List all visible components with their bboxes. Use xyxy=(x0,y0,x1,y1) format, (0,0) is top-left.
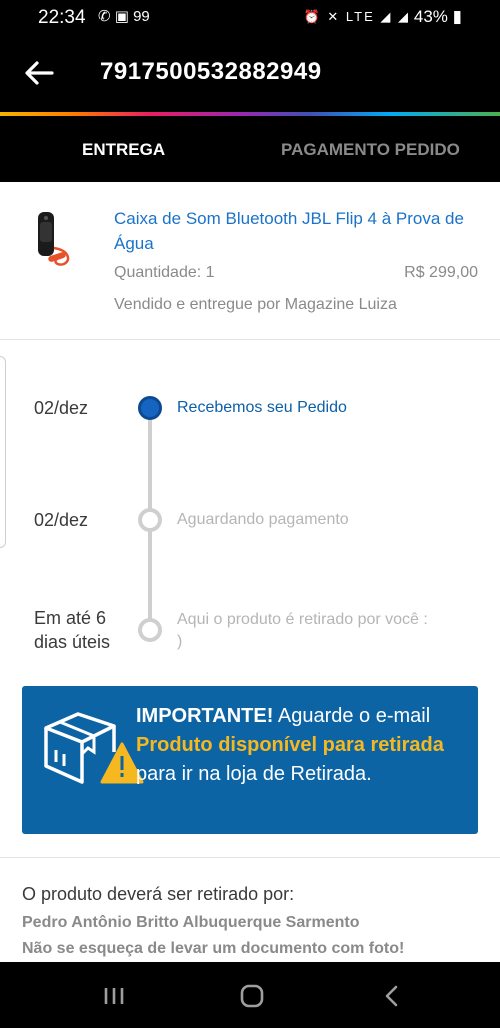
timeline-dot-inactive xyxy=(138,618,162,642)
timeline-date: 02/dez xyxy=(34,510,89,530)
product-seller: Vendido e entregue por Magazine Luiza xyxy=(114,296,397,313)
timeline-label: Aguardando pagamento xyxy=(177,511,349,528)
product-price: R$ 299,00 xyxy=(404,264,478,281)
back-icon[interactable] xyxy=(378,982,406,1010)
status-time: 22:34 xyxy=(38,7,86,28)
tab-entrega[interactable]: ENTREGA xyxy=(82,140,165,160)
battery-level: 43% ▮ xyxy=(413,7,462,26)
back-arrow-icon[interactable] xyxy=(22,56,56,90)
product-name-link[interactable]: Caixa de Som Bluetooth JBL Flip 4 à Prov… xyxy=(114,206,464,256)
section-divider xyxy=(0,857,500,858)
timeline-dot-inactive xyxy=(138,508,162,532)
status-bar: 22:34 ✆ ▣ 99 ⏰ ✕ LTE ◢ ◢ 43% ▮ xyxy=(0,0,500,36)
pickup-title: O produto deverá ser retirado por: xyxy=(22,884,295,904)
signal-icons: ⏰ ✕ LTE ◢ ◢ xyxy=(303,9,410,24)
timeline-dot-active xyxy=(138,396,162,420)
pickup-document-note: Não se esqueça de levar um documento com… xyxy=(22,940,405,957)
order-number-title: 7917500532882949 xyxy=(100,58,322,85)
product-card: Caixa de Som Bluetooth JBL Flip 4 à Prov… xyxy=(0,182,500,340)
side-drawer-handle[interactable] xyxy=(0,356,6,548)
tab-bar: ENTREGA PAGAMENTO PEDIDO xyxy=(0,116,500,182)
timeline-label: Aqui o produto é retirado por você : ) xyxy=(177,611,428,650)
timeline-date: 02/dez xyxy=(34,398,89,418)
timeline-date: Em até 6 dias úteis xyxy=(34,608,111,652)
recents-icon[interactable] xyxy=(100,982,128,1010)
pickup-notice-banner: IMPORTANTE! Aguarde o e-mail Produto dis… xyxy=(22,686,478,834)
product-image[interactable] xyxy=(28,208,76,272)
system-nav-bar xyxy=(0,962,500,1028)
timeline-label: Recebemos seu Pedido xyxy=(177,399,347,416)
home-icon[interactable] xyxy=(238,982,266,1010)
tab-pagamento-pedido[interactable]: PAGAMENTO PEDIDO xyxy=(281,140,460,160)
notification-icons: ✆ ▣ 99 xyxy=(98,8,150,25)
product-quantity: Quantidade: 1 xyxy=(114,264,215,281)
pickup-person-name: Pedro Antônio Britto Albuquerque Sarment… xyxy=(22,914,360,931)
box-warning-icon xyxy=(44,712,144,784)
app-bar: 7917500532882949 xyxy=(0,36,500,112)
notice-text: IMPORTANTE! Aguarde o e-mail Produto dis… xyxy=(136,705,444,785)
